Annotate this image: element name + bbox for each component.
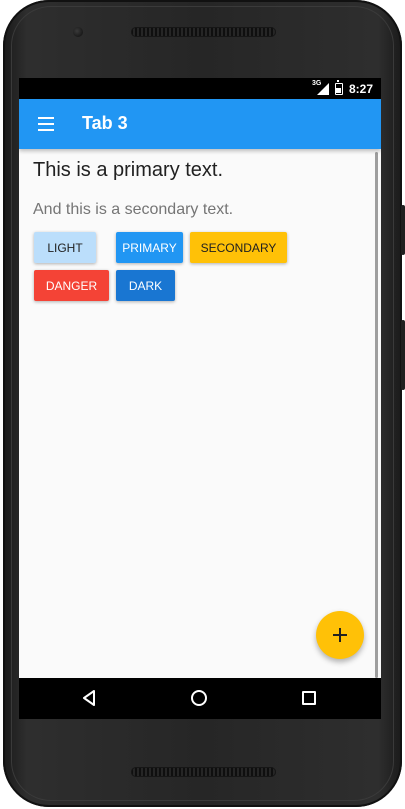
app-bar-title: Tab 3 bbox=[82, 113, 128, 133]
plus-icon-vertical bbox=[339, 628, 341, 642]
bottom-speaker-grille bbox=[131, 767, 276, 777]
recents-square-icon[interactable] bbox=[301, 690, 317, 706]
power-button bbox=[401, 205, 405, 255]
dark-button[interactable]: DARK bbox=[116, 270, 175, 301]
network-type-label: 3G bbox=[311, 80, 322, 87]
device-screen: 3G 8:27 Tab 3 This is a primary text. An… bbox=[19, 78, 381, 719]
volume-button bbox=[401, 320, 405, 390]
status-icons: 3G 8:27 bbox=[311, 80, 373, 96]
menu-icon[interactable] bbox=[35, 114, 59, 134]
status-bar: 3G 8:27 bbox=[19, 78, 381, 99]
light-button[interactable]: LIGHT bbox=[34, 232, 96, 263]
page-content: This is a primary text. And this is a se… bbox=[19, 149, 381, 677]
secondary-text: And this is a secondary text. bbox=[33, 201, 234, 218]
home-circle-icon[interactable] bbox=[191, 690, 207, 706]
scrollbar[interactable] bbox=[375, 152, 378, 678]
status-time: 8:27 bbox=[348, 81, 373, 96]
secondary-button[interactable]: SECONDARY bbox=[190, 232, 287, 263]
front-camera bbox=[73, 27, 83, 37]
primary-text: This is a primary text. bbox=[33, 159, 224, 181]
network-signal-icon: 3G bbox=[311, 80, 329, 95]
back-triangle-icon[interactable] bbox=[81, 690, 97, 706]
system-nav-bar bbox=[19, 678, 381, 719]
battery-icon bbox=[334, 80, 343, 95]
top-speaker-grille bbox=[131, 27, 276, 37]
add-fab-button[interactable] bbox=[316, 611, 364, 659]
app-bar: Tab 3 bbox=[19, 99, 381, 149]
primary-button[interactable]: PRIMARY bbox=[116, 232, 183, 263]
danger-button[interactable]: DANGER bbox=[34, 270, 109, 301]
